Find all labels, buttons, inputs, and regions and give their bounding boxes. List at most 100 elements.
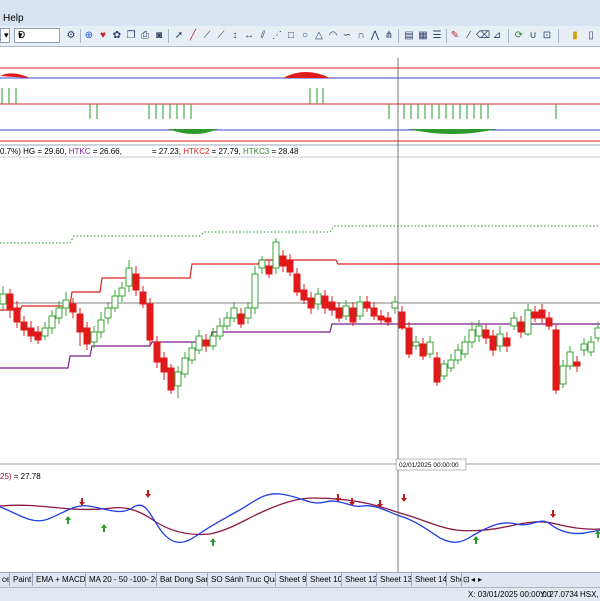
- candle-body: [181, 357, 189, 375]
- ray-tool-icon[interactable]: ⟋: [200, 29, 214, 43]
- candle-body: [167, 367, 175, 391]
- tab-paint[interactable]: Paint: [11, 573, 33, 586]
- candle-body: [41, 327, 49, 337]
- candle-body: [503, 337, 511, 347]
- print-icon[interactable]: ⎙: [138, 29, 152, 43]
- tab-sheet-9[interactable]: Sheet 9: [277, 573, 307, 586]
- zigzag-icon[interactable]: ⋀: [368, 29, 382, 43]
- document-icon[interactable]: ▯: [584, 29, 598, 43]
- zoom-icon[interactable]: ⊕: [82, 29, 96, 43]
- candle-body: [69, 303, 77, 313]
- rectangle-icon[interactable]: □: [284, 29, 298, 43]
- buy-arrow-icon: [210, 538, 216, 546]
- candle-body: [447, 359, 455, 369]
- candle-body: [573, 361, 581, 367]
- candle-body: [482, 329, 490, 339]
- camera-icon[interactable]: ◙: [152, 29, 166, 43]
- toolbar-separator: [508, 29, 509, 43]
- tab-sheet-more[interactable]: She: [448, 573, 462, 586]
- candle-body: [349, 307, 357, 323]
- candle-body: [426, 341, 434, 355]
- toolbar-separator: [80, 29, 81, 43]
- tab-sheet-10[interactable]: Sheet 10: [308, 573, 342, 586]
- candle-body: [27, 327, 35, 337]
- candle-body: [62, 299, 70, 309]
- measure-icon[interactable]: ⊿: [490, 29, 504, 43]
- ellipse-icon[interactable]: ○: [298, 29, 312, 43]
- symbol-combo[interactable]: ▾: [0, 28, 10, 43]
- candle-body: [356, 301, 364, 317]
- candle-body: [559, 365, 567, 385]
- candle-body: [405, 327, 413, 355]
- pen-icon[interactable]: ✎: [448, 29, 462, 43]
- candle-body: [188, 347, 196, 361]
- candle-body: [174, 371, 182, 387]
- refresh-icon[interactable]: ⟳: [512, 29, 526, 43]
- heart-icon[interactable]: ♥: [96, 29, 110, 43]
- chart-area[interactable]: 0.7%) HG = 29.60, HTKC = 26.66, = 27.23, …: [0, 46, 600, 572]
- note-icon[interactable]: ▮: [568, 29, 582, 43]
- tab-ema-macd[interactable]: EMA + MACD: [34, 573, 86, 586]
- tab-ma[interactable]: MA 20 - 50 -100- 200: [87, 573, 157, 586]
- status-y-value: Y: 27.0734: [540, 590, 579, 599]
- price-panel: 0.7%) HG = 29.60, HTKC = 26.66, = 27.23, …: [0, 147, 600, 398]
- buy-zone-mark: [168, 129, 218, 134]
- toolbar-separator: [168, 29, 169, 43]
- price-legend: 0.7%) HG = 29.60, HTKC = 26.66, = 27.23, …: [0, 147, 299, 156]
- trend-tool-icon[interactable]: ⟋: [214, 29, 228, 43]
- sell-arrow-icon: [550, 510, 556, 518]
- settings-icon[interactable]: ⚙: [64, 29, 78, 43]
- wave-icon[interactable]: ∩: [354, 29, 368, 43]
- candle-body: [461, 341, 469, 355]
- candle-body: [251, 273, 259, 309]
- triangle-icon[interactable]: △: [312, 29, 326, 43]
- candle-body: [321, 295, 329, 309]
- tab-sheet-12[interactable]: Sheet 12: [343, 573, 377, 586]
- template-icon[interactable]: ▤: [402, 29, 416, 43]
- cycle-icon[interactable]: ∽: [340, 29, 354, 43]
- arc-icon[interactable]: ◠: [326, 29, 340, 43]
- lock-icon[interactable]: ⊡: [463, 573, 470, 586]
- eraser-icon[interactable]: ⌫: [476, 29, 490, 43]
- fibonacci-icon[interactable]: ⋰: [270, 29, 284, 43]
- pitchfork-icon[interactable]: ⋔: [382, 29, 396, 43]
- candle-body: [454, 349, 462, 361]
- tab-bat-dong-san[interactable]: Bat Dong San: [158, 573, 208, 586]
- candle-body: [34, 331, 42, 341]
- vertical-line-icon[interactable]: ↕: [228, 29, 242, 43]
- horizontal-line-icon[interactable]: ↔: [242, 29, 256, 43]
- chevron-down-icon: ▾: [18, 30, 23, 40]
- lock-icon[interactable]: ⊡: [540, 29, 554, 43]
- candle-body: [111, 295, 119, 309]
- period-combo[interactable]: D ▾: [14, 28, 60, 43]
- tab-next-icon[interactable]: ▸: [478, 573, 482, 586]
- sell-zone-mark: [0, 73, 30, 78]
- candle-body: [6, 293, 14, 311]
- palette-icon[interactable]: ✿: [110, 29, 124, 43]
- candle-body: [489, 335, 497, 351]
- candle-body: [314, 293, 322, 305]
- candle-body: [587, 341, 595, 353]
- channel-icon[interactable]: ⫽: [256, 29, 270, 43]
- grid-icon[interactable]: ▦: [416, 29, 430, 43]
- tab-so-sanh[interactable]: SO Sánh Truc Quan: [209, 573, 276, 586]
- toolbar-separator: [446, 29, 447, 43]
- menu-help[interactable]: Help: [3, 13, 24, 24]
- status-bar: X: 03/01/2025 00:00:00 Y: 27.0734 HSX, G: [0, 587, 600, 601]
- magnet-icon[interactable]: ∪: [526, 29, 540, 43]
- htkc3-line: [0, 225, 600, 244]
- list-icon[interactable]: ☰: [430, 29, 444, 43]
- candle-body: [83, 327, 91, 345]
- candle-body: [566, 351, 574, 367]
- line-tool-icon[interactable]: ╱: [186, 29, 200, 43]
- copy-icon[interactable]: ❐: [124, 29, 138, 43]
- tab-sheet-14[interactable]: Sheet 14: [413, 573, 447, 586]
- tab-prev-icon[interactable]: ◂: [471, 573, 475, 586]
- cursor-icon[interactable]: ➚: [172, 29, 186, 43]
- candle-body: [594, 327, 600, 339]
- tab-sheet-13[interactable]: Sheet 13: [378, 573, 412, 586]
- tab-sheet[interactable]: ce: [0, 573, 10, 586]
- candle-body: [307, 297, 315, 309]
- brush-icon[interactable]: ⁄: [462, 29, 476, 43]
- candle-body: [132, 273, 140, 291]
